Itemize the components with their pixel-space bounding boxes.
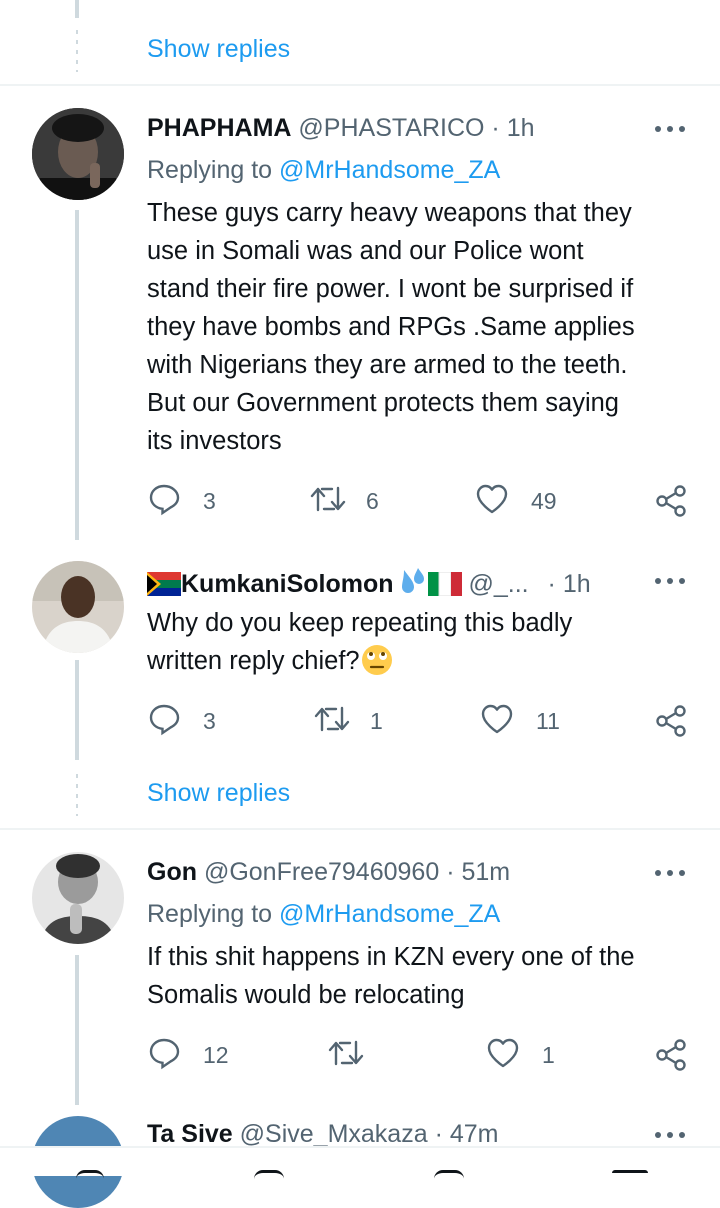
spaces-icon[interactable] [434, 1170, 464, 1179]
retweet-button[interactable] [328, 1036, 368, 1076]
more-dots-icon[interactable] [652, 124, 688, 134]
reply-button[interactable]: 12 [147, 1036, 237, 1076]
sweat-droplets-icon [401, 568, 424, 593]
tweet-text: These guys carry heavy weapons that they… [147, 199, 635, 455]
reply-icon [149, 484, 180, 516]
reply-count: 12 [203, 1042, 229, 1068]
display-name[interactable]: Ta Sive [147, 1120, 233, 1148]
thread-line [75, 660, 79, 760]
more-dots-icon[interactable] [652, 868, 688, 878]
avatar[interactable] [32, 561, 124, 653]
thread-ellipsis [76, 774, 78, 816]
search-icon[interactable] [254, 1170, 284, 1179]
display-name[interactable]: KumkaniSolomon [181, 570, 394, 598]
avatar[interactable] [32, 108, 124, 200]
show-replies-link[interactable]: Show replies [147, 35, 290, 64]
replying-to: Replying to @MrHandsome_ZA [147, 900, 501, 928]
thread-line [75, 210, 79, 540]
timestamp[interactable]: · 47m [435, 1120, 499, 1148]
retweet-icon [310, 486, 346, 512]
share-icon [656, 485, 686, 517]
replying-to-link[interactable]: @MrHandsome_ZA [279, 156, 500, 184]
replying-to-link[interactable]: @MrHandsome_ZA [279, 900, 500, 928]
retweet-icon [328, 1040, 364, 1066]
handle[interactable]: @_... [468, 570, 528, 598]
tweet-header: Ta Sive @Sive_Mxakaza · 47m [147, 1120, 498, 1149]
tweet-text: If this shit happens in KZN every one of… [147, 943, 635, 1009]
nav-divider [0, 1146, 720, 1148]
retweet-count: 6 [366, 488, 379, 514]
avatar[interactable] [32, 852, 124, 944]
retweet-button[interactable]: 6 [310, 482, 390, 522]
retweet-icon [314, 706, 350, 732]
like-button[interactable]: 11 [480, 702, 580, 742]
heart-icon [476, 484, 508, 514]
heart-icon [487, 1038, 519, 1068]
handle[interactable]: @PHASTARICO [298, 114, 484, 142]
reply-count: 3 [203, 488, 216, 514]
timestamp[interactable]: · 1h [491, 114, 534, 142]
divider [0, 84, 720, 86]
divider [0, 828, 720, 830]
more-dots-icon[interactable] [652, 576, 688, 586]
italy-flag-icon [427, 572, 462, 596]
share-button[interactable] [654, 704, 688, 744]
south-africa-flag-icon [147, 572, 181, 596]
heart-icon [481, 704, 513, 734]
retweet-button[interactable]: 1 [314, 702, 394, 742]
more-dots-icon[interactable] [652, 1130, 688, 1140]
replying-to: Replying to @MrHandsome_ZA [147, 156, 501, 184]
share-button[interactable] [654, 484, 688, 524]
reply-icon [149, 704, 180, 736]
handle[interactable]: @Sive_Mxakaza [240, 1120, 428, 1148]
handle[interactable]: @GonFree79460960 [204, 858, 439, 886]
like-count: 11 [536, 708, 560, 734]
timestamp[interactable]: · 1h [548, 570, 591, 598]
thread-ellipsis [76, 30, 78, 72]
show-replies-link[interactable]: Show replies [147, 779, 290, 808]
reply-count: 3 [203, 708, 216, 734]
like-count: 1 [542, 1042, 555, 1068]
eye-roll-emoji-icon [361, 645, 392, 675]
display-name[interactable]: Gon [147, 858, 197, 886]
tweet-header: PHAPHAMA @PHASTARICO · 1h [147, 114, 535, 143]
share-icon [656, 705, 686, 737]
display-name[interactable]: PHAPHAMA [147, 114, 291, 142]
messages-icon[interactable] [612, 1170, 648, 1179]
reply-button[interactable]: 3 [147, 482, 227, 522]
tweet-text: Why do you keep repeating this badly wri… [147, 609, 573, 675]
retweet-count: 1 [370, 708, 383, 734]
share-button[interactable] [654, 1038, 688, 1078]
like-button[interactable]: 49 [475, 482, 575, 522]
like-button[interactable]: 1 [486, 1036, 566, 1076]
like-count: 49 [531, 488, 557, 514]
tweet-header: Gon @GonFree79460960 · 51m [147, 858, 510, 887]
home-icon[interactable] [76, 1170, 104, 1179]
thread-line [75, 0, 79, 18]
bottom-nav-bar [0, 1146, 720, 1176]
reply-button[interactable]: 3 [147, 702, 227, 742]
reply-icon [149, 1038, 180, 1070]
tweet-header: KumkaniSolomon @_... · 1h [147, 566, 591, 599]
thread-line [75, 955, 79, 1105]
share-icon [656, 1039, 686, 1071]
timestamp[interactable]: · 51m [446, 858, 510, 886]
